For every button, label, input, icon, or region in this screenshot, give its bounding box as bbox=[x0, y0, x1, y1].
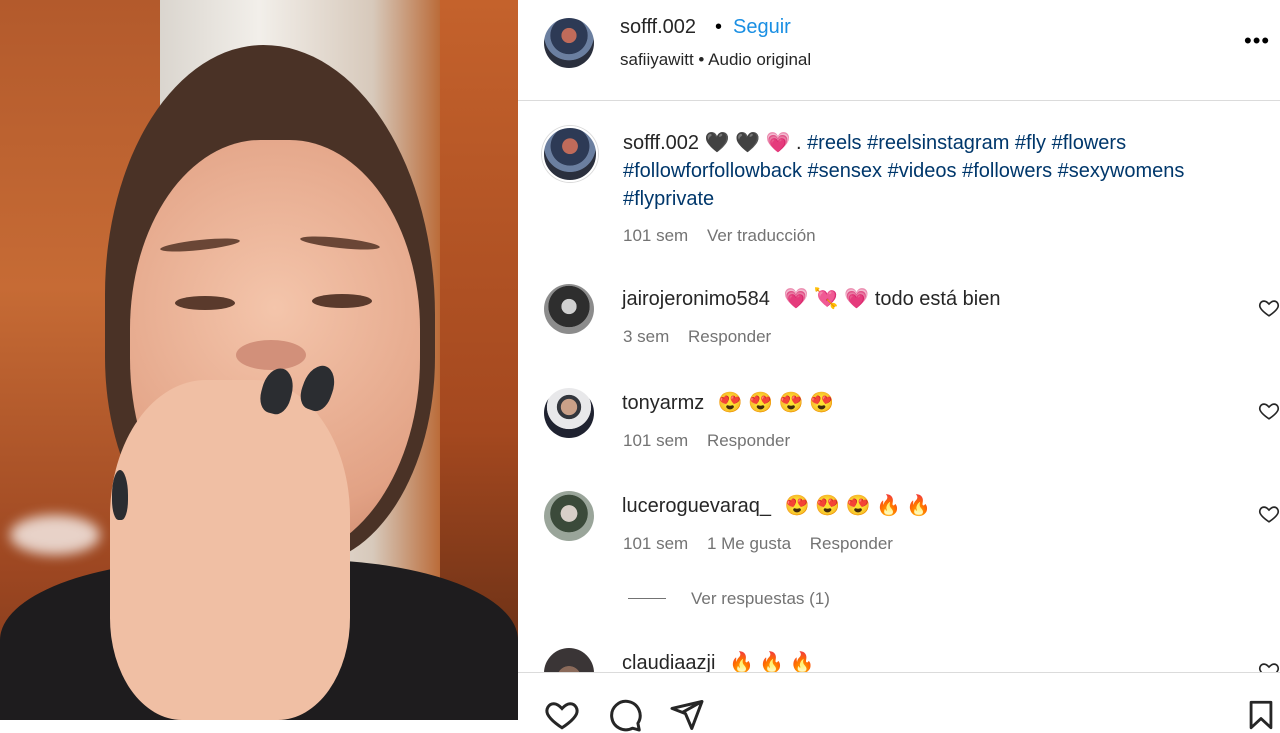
comment-username[interactable]: jairojeronimo584 bbox=[622, 288, 770, 310]
action-bar bbox=[518, 672, 1280, 732]
post-author[interactable]: sofff.002 bbox=[620, 16, 696, 39]
hand bbox=[110, 380, 350, 720]
comment-username[interactable]: claudiaazji bbox=[622, 652, 715, 674]
background-light bbox=[10, 515, 100, 555]
heart-icon[interactable] bbox=[1258, 297, 1280, 319]
reply-button[interactable]: Responder bbox=[810, 534, 893, 553]
caption: sofff.002 🖤 🖤 💗 . #reels #reelsinstagram… bbox=[623, 129, 1263, 213]
comment-time[interactable]: 3 sem bbox=[623, 327, 669, 346]
comment-meta: 3 sem Responder bbox=[623, 327, 771, 347]
fingernail bbox=[112, 470, 128, 520]
comment-username[interactable]: tonyarmz bbox=[622, 392, 704, 414]
bookmark-icon[interactable] bbox=[1244, 697, 1278, 733]
comment: jairojeronimo584 💗 💘 💗 todo está bien bbox=[622, 286, 1000, 311]
caption-emojis: 🖤 🖤 💗 . bbox=[704, 132, 802, 154]
comment-icon[interactable] bbox=[606, 697, 644, 733]
separator-dot: • bbox=[715, 16, 723, 38]
avatar[interactable] bbox=[544, 491, 594, 541]
comment-meta: 101 sem 1 Me gusta Responder bbox=[623, 534, 893, 554]
comment-text: 💗 💘 💗 todo está bien bbox=[783, 288, 1001, 310]
reply-button[interactable]: Responder bbox=[707, 431, 790, 450]
avatar[interactable] bbox=[542, 126, 598, 182]
post-header: sofff.002 • Seguir safiiyawitt • Audio o… bbox=[518, 0, 1280, 101]
nose bbox=[236, 340, 306, 370]
eye bbox=[312, 294, 372, 308]
reel-video[interactable] bbox=[0, 0, 518, 720]
comment-meta: 101 sem Responder bbox=[623, 431, 790, 451]
replies-divider bbox=[628, 598, 666, 599]
comment-time[interactable]: 101 sem bbox=[623, 534, 688, 553]
comment-text: 🔥 🔥 🔥 bbox=[728, 652, 815, 674]
heart-icon[interactable] bbox=[1258, 503, 1280, 525]
comment: luceroguevaraq_ 😍 😍 😍 🔥 🔥 bbox=[622, 493, 931, 518]
caption-author[interactable]: sofff.002 bbox=[623, 132, 699, 154]
translate-button[interactable]: Ver traducción bbox=[707, 226, 816, 245]
avatar[interactable] bbox=[544, 284, 594, 334]
eye bbox=[175, 296, 235, 310]
comment-text: 😍 😍 😍 🔥 🔥 bbox=[784, 495, 932, 517]
comment-time[interactable]: 101 sem bbox=[623, 431, 688, 450]
reply-button[interactable]: Responder bbox=[688, 327, 771, 346]
follow-button[interactable]: Seguir bbox=[733, 16, 791, 39]
comment: tonyarmz 😍 😍 😍 😍 bbox=[622, 390, 834, 415]
audio-subtitle[interactable]: safiiyawitt • Audio original bbox=[620, 50, 811, 70]
heart-icon[interactable] bbox=[1258, 400, 1280, 422]
avatar[interactable] bbox=[544, 18, 594, 68]
send-icon[interactable] bbox=[668, 697, 706, 733]
post-panel: sofff.002 • Seguir safiiyawitt • Audio o… bbox=[518, 0, 1280, 732]
caption-meta: 101 sem Ver traducción bbox=[623, 226, 816, 246]
view-replies-button[interactable]: Ver respuestas (1) bbox=[691, 589, 830, 609]
avatar[interactable] bbox=[544, 388, 594, 438]
caption-time[interactable]: 101 sem bbox=[623, 226, 688, 245]
comment-text: 😍 😍 😍 😍 bbox=[717, 392, 835, 414]
likes-count[interactable]: 1 Me gusta bbox=[707, 534, 791, 553]
more-options-icon[interactable]: ••• bbox=[1244, 28, 1270, 54]
heart-icon[interactable] bbox=[542, 697, 582, 733]
comment-username[interactable]: luceroguevaraq_ bbox=[622, 495, 771, 517]
